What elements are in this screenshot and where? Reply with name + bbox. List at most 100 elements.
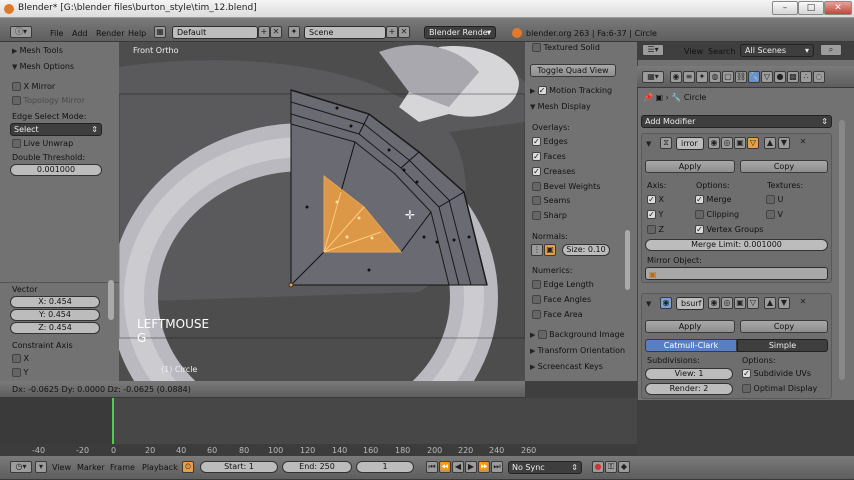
axis-z-toggle[interactable]: Z [647,225,664,234]
move-up-icon[interactable]: ▲ [764,137,776,149]
particles-tab-icon[interactable]: ∴ [800,71,812,83]
axis-z-checkbox[interactable] [647,225,656,234]
texture-tab-icon[interactable]: ▩ [787,71,799,83]
pin-icon[interactable]: 📌 [643,93,653,102]
subdivide-uvs-toggle[interactable]: Subdivide UVs [742,369,811,378]
render-toggle-icon[interactable]: ◉ [708,297,720,309]
render-engine-select[interactable]: Blender Render ▾ [424,26,496,39]
editmode-toggle-icon[interactable]: ▣ [734,297,746,309]
texture-u-checkbox[interactable] [766,195,775,204]
viewport-toggle-icon[interactable]: ◎ [721,297,733,309]
move-up-icon[interactable]: ▲ [764,297,776,309]
vector-z-field[interactable]: Z: 0.454 [10,322,100,334]
clipping-toggle[interactable]: Clipping [695,210,739,219]
outliner-menu-view[interactable]: View [684,47,703,56]
overlay-faces-toggle[interactable]: Faces [532,152,566,161]
face-normals-icon[interactable]: ▣ [544,244,556,256]
timeline-editor-icon[interactable]: ◷▾ [10,461,32,473]
timeline-menu-marker[interactable]: Marker [77,463,105,472]
topology-mirror-toggle[interactable]: Topology Mirror [12,96,85,105]
overlay-edges-checkbox[interactable] [532,137,541,146]
overlay-edges-toggle[interactable]: Edges [532,137,568,146]
mirror-apply-button[interactable]: Apply [645,160,735,173]
live-unwrap-checkbox[interactable] [12,139,21,148]
maximize-button[interactable]: □ [798,1,824,15]
background-image-checkbox[interactable] [537,330,547,339]
mesh-tools-panel[interactable]: ▶ Mesh Tools [12,46,63,55]
constraint-x-toggle[interactable]: X [12,354,29,363]
face-area-checkbox[interactable] [532,310,541,319]
edge-length-checkbox[interactable] [532,280,541,289]
modifiers-tab-icon[interactable]: 🔧 [748,71,760,83]
constraints-tab-icon[interactable]: ⛓ [735,71,747,83]
editor-type-icon[interactable]: ⓘ▾ [10,26,32,38]
properties-scrollbar[interactable] [839,120,845,380]
timeline-menu-frame[interactable]: Frame [110,463,135,472]
x-mirror-toggle[interactable]: X Mirror [12,82,55,91]
search-icon[interactable]: ⌕ [820,44,842,56]
outliner-editor-icon[interactable]: ☰▾ [642,44,664,56]
mesh-options-panel[interactable]: ▼ Mesh Options [12,62,74,71]
scene-icon[interactable]: ✦ [288,26,300,38]
axis-x-checkbox[interactable] [647,195,656,204]
clipping-checkbox[interactable] [695,210,704,219]
minimize-button[interactable]: – [772,1,798,15]
texture-v-toggle[interactable]: V [766,210,783,219]
scene-tab-icon[interactable]: ✦ [696,71,708,83]
outliner-menu-search[interactable]: Search [708,47,735,56]
layers-tab-icon[interactable]: ≡ [683,71,695,83]
catmull-clark-option[interactable]: Catmull-Clark [645,339,737,352]
world-tab-icon[interactable]: ◍ [709,71,721,83]
vertex-groups-toggle[interactable]: Vertex Groups [695,225,763,234]
remove-scene-icon[interactable]: ✕ [398,26,410,38]
scene-selector[interactable]: Scene [304,26,386,39]
jump-end-icon[interactable]: ⏭ [491,461,503,473]
mirror-modifier-name[interactable]: irror [676,137,704,150]
texture-u-toggle[interactable]: U [766,195,783,204]
optimal-display-checkbox[interactable] [742,384,751,393]
3d-viewport[interactable]: ✛ Front Ortho LEFTMOUSE G (1) Circle [119,42,525,381]
face-area-toggle[interactable]: Face Area [532,310,583,319]
x-mirror-checkbox[interactable] [12,82,21,91]
move-down-icon[interactable]: ▼ [778,297,790,309]
scenes-filter-select[interactable]: All Scenes ▾ [740,44,814,57]
vertex-groups-checkbox[interactable] [695,225,704,234]
add-scene-icon[interactable]: + [386,26,398,38]
jump-start-icon[interactable]: ⏮ [426,461,438,473]
remove-modifier-icon[interactable]: ✕ [797,137,809,149]
view-levels-field[interactable]: View: 1 [645,368,733,380]
subsurf-copy-button[interactable]: Copy [740,320,828,333]
render-toggle-icon[interactable]: ◉ [708,137,720,149]
cage-toggle-icon[interactable]: ▽ [747,137,759,149]
vector-y-field[interactable]: Y: 0.454 [10,309,100,321]
close-button[interactable]: ✕ [824,1,852,15]
object-tab-icon[interactable]: ▢ [722,71,734,83]
topology-mirror-checkbox[interactable] [12,96,21,105]
toggle-quad-view-button[interactable]: Toggle Quad View [530,64,616,77]
overlay-creases-toggle[interactable]: Creases [532,167,575,176]
next-keyframe-icon[interactable]: ⏩ [478,461,490,473]
overlay-faces-checkbox[interactable] [532,152,541,161]
overlay-bevel-weights-toggle[interactable]: Bevel Weights [532,182,600,191]
play-reverse-icon[interactable]: ◀ [452,461,464,473]
operator-scrollbar[interactable] [108,280,114,320]
axis-x-toggle[interactable]: X [647,195,664,204]
double-threshold-field[interactable]: 0.001000 [10,164,102,176]
timeline-menu-view[interactable]: View [52,463,71,472]
collapse-triangle-icon[interactable]: ▼ [646,300,651,308]
end-frame-field[interactable]: End: 250 [282,461,352,473]
transform-orientation-panel[interactable]: ▶ Transform Orientation [530,346,625,355]
subsurf-modifier-name[interactable]: bsurf [676,297,704,310]
render-levels-field[interactable]: Render: 2 [645,383,733,395]
menu-render[interactable]: Render [96,29,124,38]
subdivide-uvs-checkbox[interactable] [742,369,751,378]
face-angles-toggle[interactable]: Face Angles [532,295,591,304]
move-down-icon[interactable]: ▼ [778,137,790,149]
vector-x-field[interactable]: X: 0.454 [10,296,100,308]
overlay-sharp-checkbox[interactable] [532,211,541,220]
overlay-seams-checkbox[interactable] [532,196,541,205]
merge-checkbox[interactable] [695,195,704,204]
simple-option[interactable]: Simple [737,339,828,352]
data-tab-icon[interactable]: ▽ [761,71,773,83]
viewport-toggle-icon[interactable]: ◎ [721,137,733,149]
